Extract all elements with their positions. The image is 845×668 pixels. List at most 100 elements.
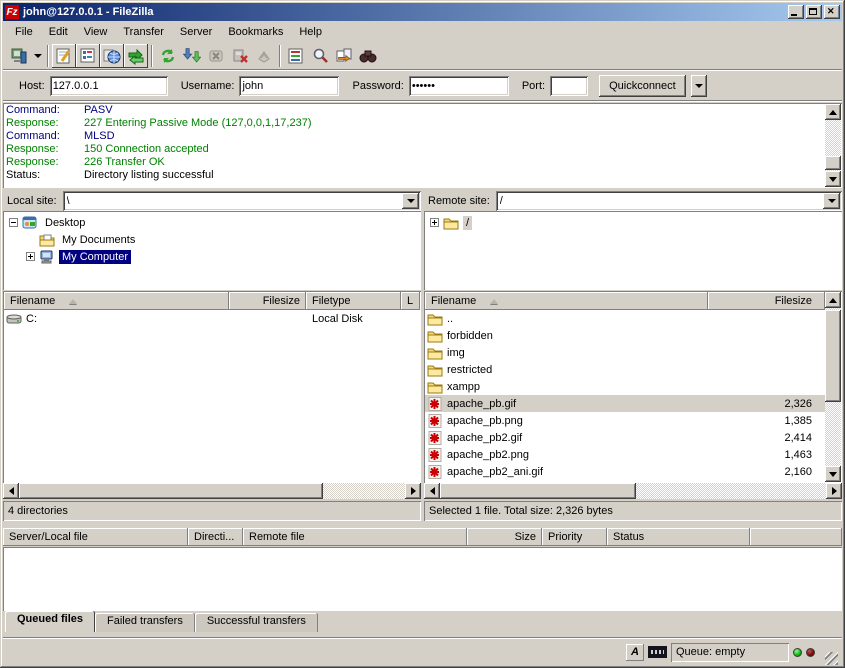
tree-item-root[interactable]: / (426, 214, 840, 231)
queue-status-text: Queue: empty (676, 646, 745, 658)
column-header-filesize[interactable]: Filesize (708, 292, 825, 310)
password-input[interactable] (409, 76, 509, 96)
scrollbar-thumb[interactable] (825, 156, 841, 170)
column-header-filetype[interactable]: Filetype (306, 292, 401, 310)
column-header-filesize[interactable]: Filesize (229, 292, 306, 310)
reconnect-button[interactable] (252, 44, 276, 68)
remote-horizontal-scrollbar[interactable] (424, 483, 842, 499)
local-site-input[interactable] (63, 191, 402, 211)
scrollbar-thumb[interactable] (19, 483, 323, 499)
tree-item-my-documents[interactable]: My Documents (5, 231, 419, 248)
remote-row-file[interactable]: apache_pb.png 1,385 (425, 412, 825, 429)
local-site-combo[interactable] (63, 191, 421, 211)
column-header-size[interactable]: Size (467, 528, 542, 546)
menu-server[interactable]: Server (172, 24, 220, 40)
menu-view[interactable]: View (76, 24, 116, 40)
remote-row-file[interactable]: apache_pb2_ani.gif 2,160 (425, 463, 825, 480)
remote-site-dropdown-button[interactable] (823, 193, 840, 209)
remote-row-file-selected[interactable]: apache_pb.gif 2,326 (425, 395, 825, 412)
menu-transfer[interactable]: Transfer (115, 24, 172, 40)
log-line: Command:MLSD (6, 130, 842, 143)
toggle-queue-button[interactable] (124, 44, 148, 68)
toggle-remote-tree-button[interactable] (100, 44, 124, 68)
remote-site-combo[interactable] (496, 191, 842, 211)
column-header-priority[interactable]: Priority (542, 528, 607, 546)
directory-filters-button[interactable] (284, 44, 308, 68)
port-input[interactable] (550, 76, 588, 96)
message-log[interactable]: Command:PASV Response:227 Entering Passi… (3, 103, 842, 188)
close-button[interactable]: ✕ (824, 5, 840, 19)
remote-row-file[interactable]: apache_pb2.png 1,463 (425, 446, 825, 463)
local-site-dropdown-button[interactable] (402, 193, 419, 209)
remote-site-input[interactable] (496, 191, 823, 211)
site-manager-button[interactable] (7, 44, 31, 68)
site-manager-dropdown-button[interactable] (31, 44, 44, 68)
synchronized-browsing-button[interactable] (356, 44, 380, 68)
scroll-up-button[interactable] (825, 104, 841, 120)
remote-list-body[interactable]: .. forbidden img restricted (425, 310, 825, 482)
remote-row-file[interactable]: apache_pb2.gif 2,414 (425, 429, 825, 446)
log-scrollbar[interactable] (825, 104, 841, 187)
maximize-button[interactable] (806, 5, 822, 19)
column-header-status[interactable]: Status (607, 528, 750, 546)
remote-row-folder[interactable]: restricted (425, 361, 825, 378)
scroll-down-button[interactable] (825, 171, 841, 187)
remote-row-folder[interactable]: forbidden (425, 327, 825, 344)
scroll-right-button[interactable] (405, 483, 421, 499)
toggle-message-log-button[interactable] (52, 44, 76, 68)
menu-bookmarks[interactable]: Bookmarks (220, 24, 291, 40)
local-list-body[interactable]: C: Local Disk (4, 310, 420, 482)
remote-row-folder[interactable]: img (425, 344, 825, 361)
collapse-expander-icon[interactable] (9, 218, 18, 227)
host-input[interactable] (50, 76, 168, 96)
local-tree[interactable]: Desktop My Documents My C (3, 211, 421, 290)
column-header-filename[interactable]: Filename (4, 292, 229, 310)
tree-item-my-computer[interactable]: My Computer (5, 248, 419, 265)
tree-item-desktop[interactable]: Desktop (5, 214, 419, 231)
tab-successful-transfers[interactable]: Successful transfers (195, 613, 318, 632)
local-horizontal-scrollbar[interactable] (3, 483, 421, 499)
menu-edit[interactable]: Edit (41, 24, 76, 40)
local-file-row-c-drive[interactable]: C: Local Disk (4, 310, 420, 327)
find-files-button[interactable] (308, 44, 332, 68)
quickconnect-dropdown-button[interactable] (691, 75, 707, 97)
process-queue-button[interactable] (180, 44, 204, 68)
expand-expander-icon[interactable] (26, 252, 35, 261)
scrollbar-thumb[interactable] (440, 483, 636, 499)
quickconnect-button[interactable]: Quickconnect (599, 75, 686, 97)
scrollbar-thumb[interactable] (825, 310, 841, 402)
titlebar[interactable]: Fz john@127.0.0.1 - FileZilla ✕ (3, 3, 842, 21)
queue-list-body[interactable] (3, 547, 842, 611)
expand-expander-icon[interactable] (430, 218, 439, 227)
tab-queued-files[interactable]: Queued files (5, 611, 95, 632)
scroll-up-button[interactable] (825, 292, 841, 308)
remote-file-list[interactable]: Filename Filesize .. forbidden img (424, 291, 842, 483)
filter-icon (287, 47, 305, 65)
column-header-remote-file[interactable]: Remote file (243, 528, 467, 546)
toggle-local-tree-button[interactable] (76, 44, 100, 68)
column-header-direction[interactable]: Directi... (188, 528, 243, 546)
column-header-server-local-file[interactable]: Server/Local file (3, 528, 188, 546)
remote-row-parent-dir[interactable]: .. (425, 310, 825, 327)
column-header-last-modified[interactable]: L (401, 292, 420, 310)
local-file-list[interactable]: Filename Filesize Filetype L C: Local Di… (3, 291, 421, 483)
disconnect-button[interactable] (228, 44, 252, 68)
menu-file[interactable]: File (7, 24, 41, 40)
tab-failed-transfers[interactable]: Failed transfers (95, 613, 195, 632)
column-header-filename[interactable]: Filename (425, 292, 708, 310)
remote-row-folder[interactable]: xampp (425, 378, 825, 395)
username-input[interactable] (239, 76, 339, 96)
remote-list-scrollbar[interactable] (825, 292, 841, 482)
directory-comparison-button[interactable] (332, 44, 356, 68)
resize-grip[interactable] (825, 652, 838, 665)
cancel-button[interactable] (204, 44, 228, 68)
minimize-button[interactable] (788, 5, 804, 19)
menu-help[interactable]: Help (291, 24, 330, 40)
scroll-right-button[interactable] (826, 483, 842, 499)
refresh-button[interactable] (156, 44, 180, 68)
scroll-left-button[interactable] (3, 483, 19, 499)
remote-tree[interactable]: / (424, 211, 842, 290)
scroll-left-button[interactable] (424, 483, 440, 499)
quickconnect-bar: Host: Username: Password: Port: Quickcon… (3, 71, 842, 101)
scroll-down-button[interactable] (825, 466, 841, 482)
